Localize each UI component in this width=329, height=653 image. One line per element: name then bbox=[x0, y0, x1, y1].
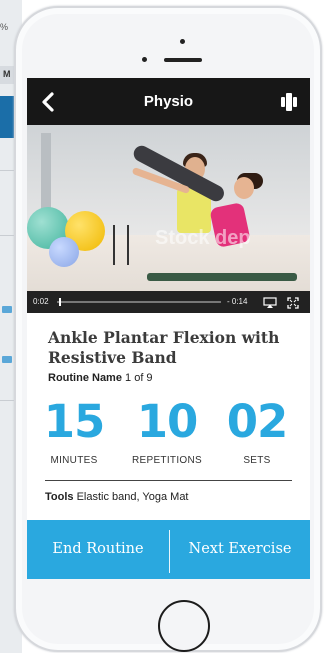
page-title: Physio bbox=[143, 93, 194, 110]
stat-repetitions: 10 REPETITIONS bbox=[122, 394, 212, 466]
tools-info: Tools Elastic band, Yoga Mat bbox=[45, 491, 189, 503]
yoga-mat bbox=[147, 273, 297, 281]
background-app-icon bbox=[2, 306, 12, 313]
top-navigation-bar: Physio bbox=[27, 78, 310, 125]
stat-label: SETS bbox=[243, 455, 271, 466]
exercise-video[interactable]: Stock dep bbox=[27, 125, 310, 291]
home-button[interactable] bbox=[158, 600, 210, 652]
video-watermark: Stock dep bbox=[155, 227, 251, 249]
phone-sensor bbox=[180, 39, 185, 44]
stat-sets: 02 SETS bbox=[212, 394, 302, 466]
stat-label: MINUTES bbox=[50, 455, 98, 466]
routine-label: Routine Name bbox=[48, 372, 122, 384]
front-camera bbox=[142, 57, 147, 62]
next-exercise-button[interactable]: Next Exercise bbox=[170, 520, 310, 579]
video-scrubber[interactable] bbox=[57, 298, 221, 306]
routine-progress: 1 of 9 bbox=[125, 372, 153, 384]
video-controls: 0:02 - 0:14 bbox=[27, 291, 310, 313]
airplay-button[interactable] bbox=[263, 296, 277, 308]
tools-label: Tools bbox=[45, 491, 74, 503]
exercise-title: Ankle Plantar Flexion with Resistive Ban… bbox=[48, 328, 280, 367]
stat-value: 15 bbox=[43, 395, 106, 448]
airplay-icon bbox=[263, 297, 277, 308]
section-divider bbox=[45, 480, 292, 481]
stat-minutes: 15 MINUTES bbox=[29, 394, 119, 466]
remaining-time: - 0:14 bbox=[227, 297, 248, 306]
equipment-stand bbox=[113, 225, 129, 265]
exercise-ball bbox=[49, 237, 79, 267]
tools-value: Elastic band, Yoga Mat bbox=[76, 491, 189, 503]
elapsed-time: 0:02 bbox=[33, 297, 49, 306]
earpiece-speaker bbox=[164, 58, 202, 62]
routine-info: Routine Name 1 of 9 bbox=[48, 372, 153, 384]
background-app-text: % bbox=[0, 22, 9, 32]
action-bar: End Routine Next Exercise bbox=[27, 520, 310, 579]
app-screen: Physio Stock dep 0:02 - 0:14 Ankle Plant… bbox=[27, 78, 310, 579]
end-routine-button[interactable]: End Routine bbox=[27, 520, 169, 579]
fullscreen-icon bbox=[287, 297, 299, 309]
stat-label: REPETITIONS bbox=[132, 455, 202, 466]
stat-value: 10 bbox=[136, 395, 199, 448]
dumbbell-icon bbox=[281, 93, 297, 111]
client-figure bbox=[234, 177, 254, 199]
background-app-icon bbox=[2, 356, 12, 363]
fitness-button[interactable] bbox=[280, 92, 298, 112]
stat-value: 02 bbox=[226, 395, 289, 448]
scrubber-handle[interactable] bbox=[59, 298, 61, 306]
fullscreen-button[interactable] bbox=[287, 296, 299, 309]
